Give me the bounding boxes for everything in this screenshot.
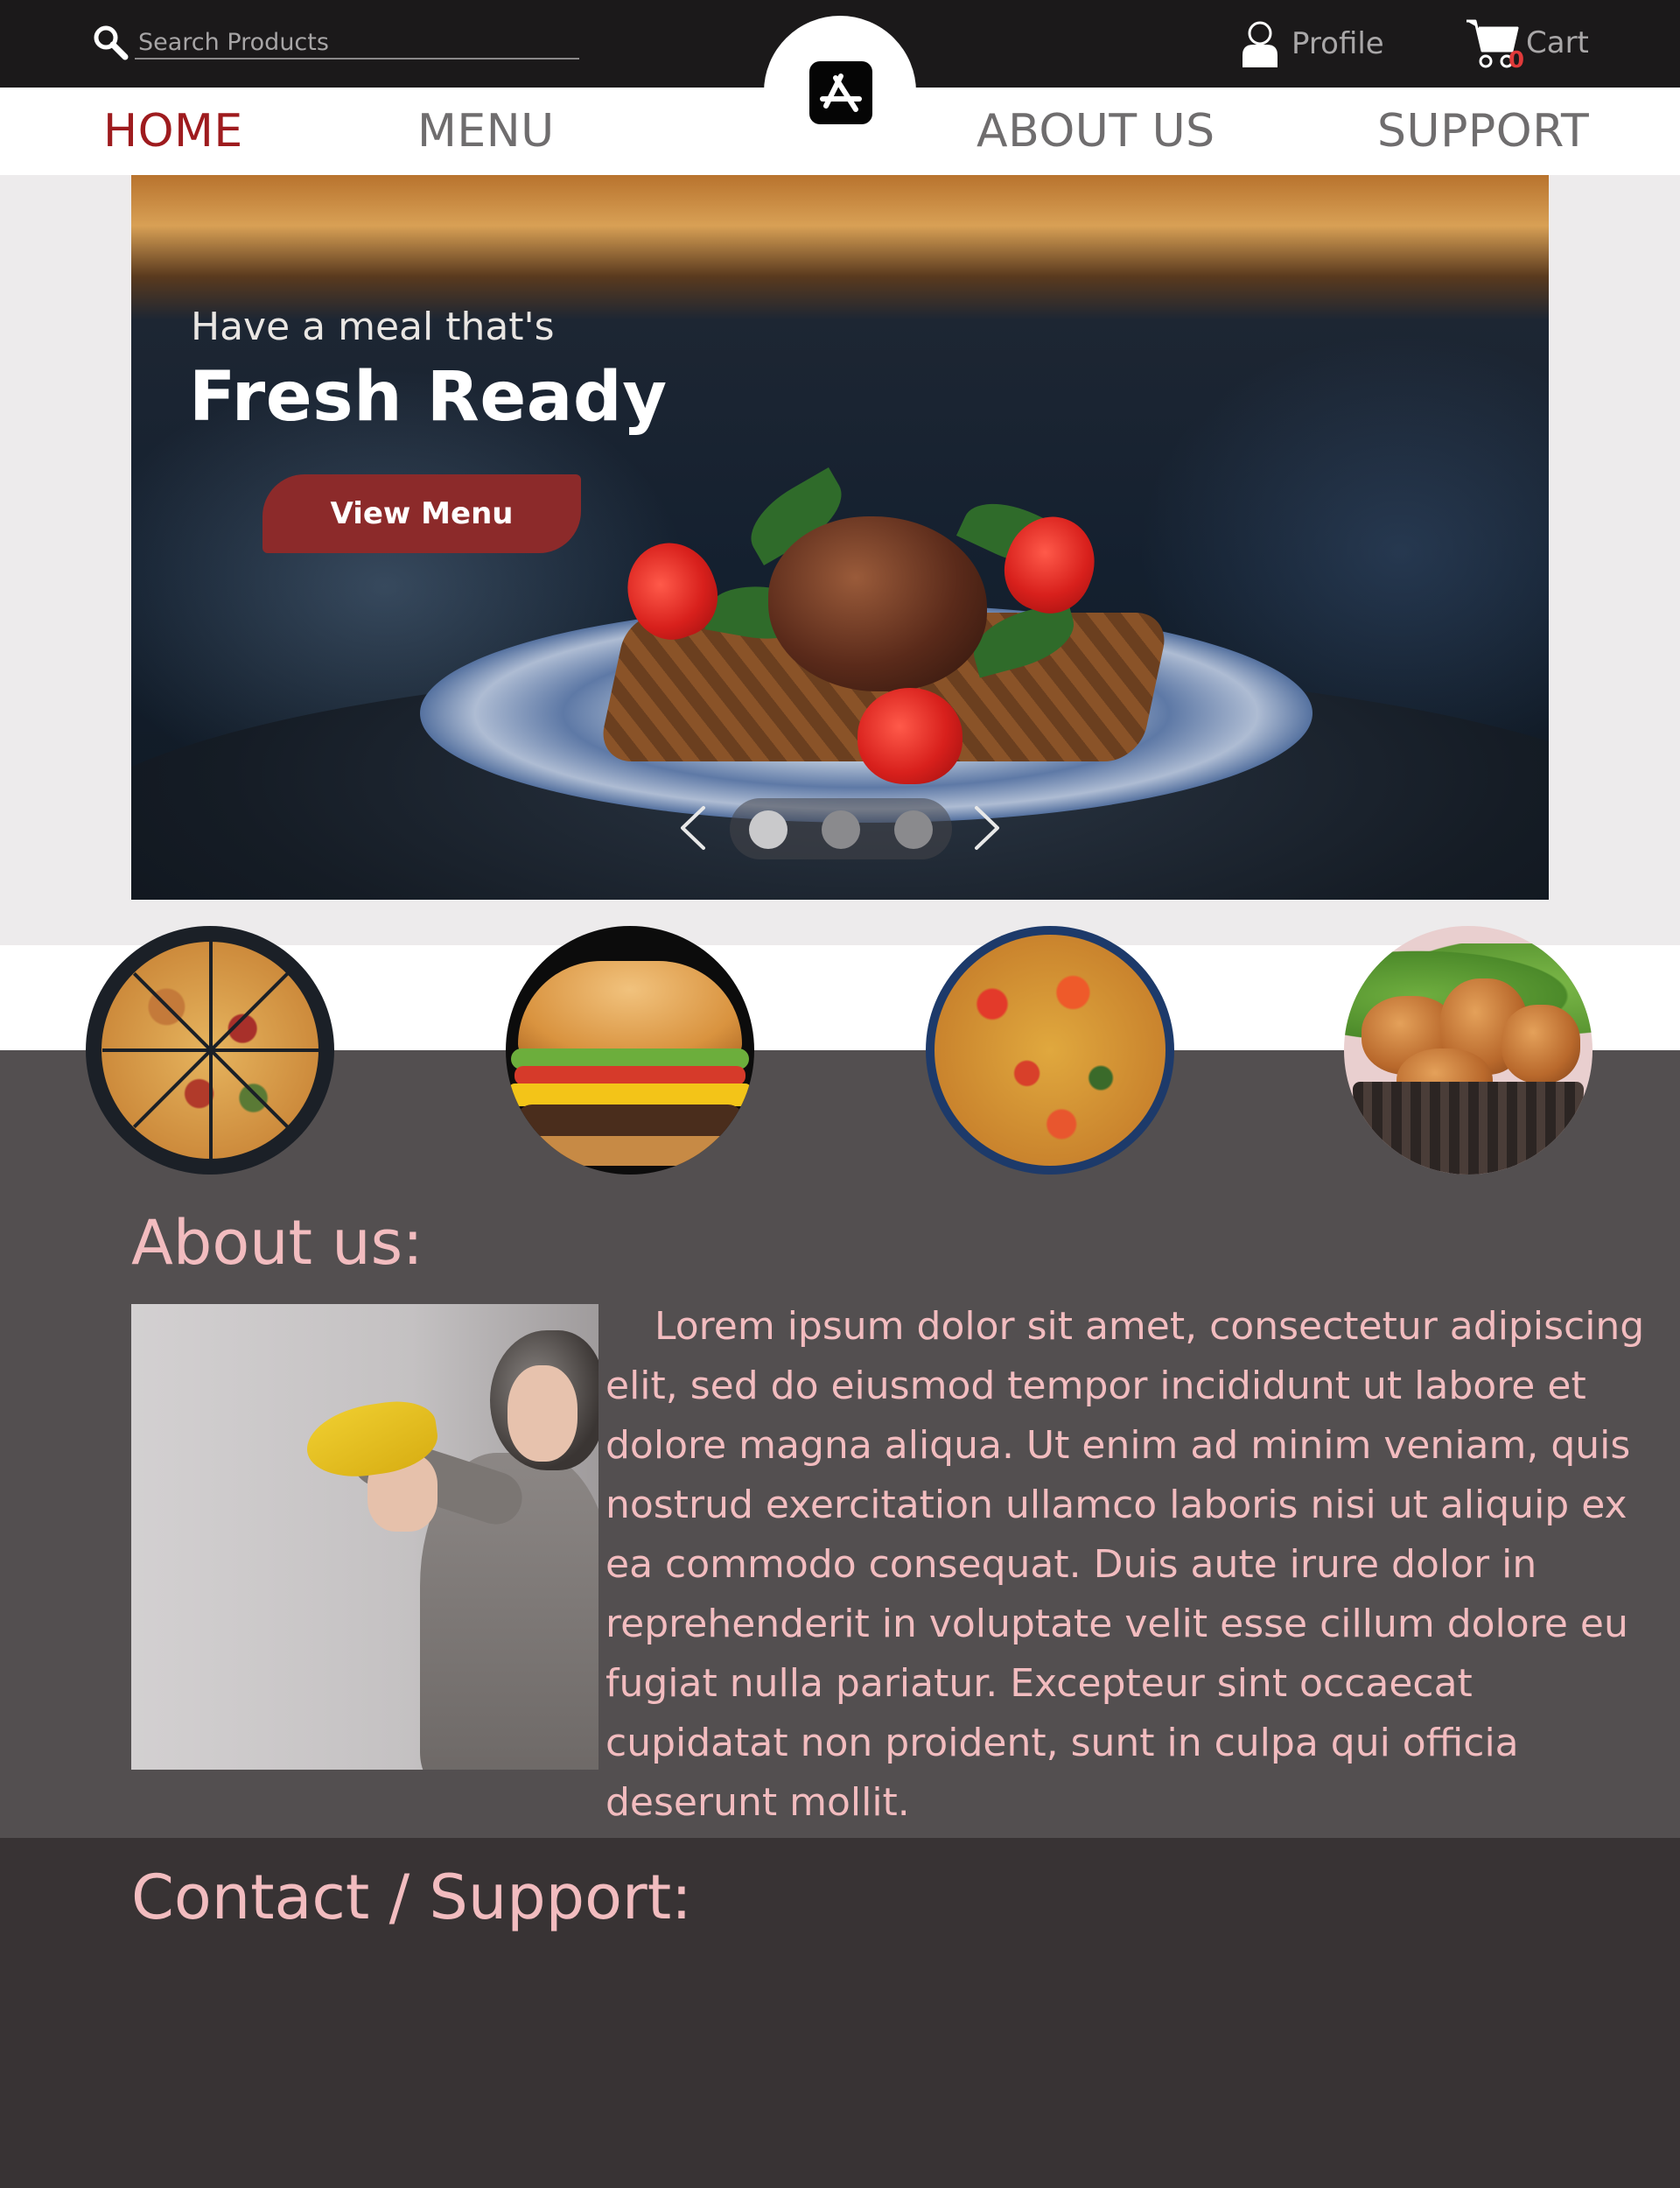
category-pizza[interactable] [86,926,334,1175]
hero-steak-image [768,516,987,691]
about-photo [131,1304,598,1770]
user-icon [1242,21,1278,67]
chevron-right-icon[interactable] [970,799,1004,857]
app-store-icon [820,74,862,112]
hero-headline: Fresh Ready [189,358,668,437]
nav-home[interactable]: HOME [103,103,243,159]
cart-link[interactable]: 0 Cart [1465,16,1589,74]
carousel-dot-2[interactable] [822,810,860,849]
search-icon[interactable] [91,23,130,61]
hero-carousel: Have a meal that's Fresh Ready View Menu [131,175,1549,900]
nav-support[interactable]: SUPPORT [1377,103,1589,159]
cart-count-badge: 0 [1508,47,1525,74]
home-logo[interactable] [809,61,872,124]
profile-label: Profile [1292,26,1384,61]
nav-menu[interactable]: MENU [417,103,555,159]
carousel-indicators [730,798,952,859]
search-bar [91,23,581,63]
view-menu-button[interactable]: View Menu [262,474,581,553]
chevron-left-icon[interactable] [676,799,710,857]
about-title: About us: [131,1207,424,1279]
search-input[interactable] [135,26,579,60]
about-body: Lorem ipsum dolor sit amet, consectetur … [606,1304,1645,1825]
contact-title: Contact / Support: [131,1862,692,1933]
carousel-dot-1[interactable] [749,810,788,849]
hero-tagline: Have a meal that's [191,305,555,349]
category-fried-chicken[interactable] [1344,926,1592,1175]
category-burger[interactable] [506,926,754,1175]
category-paella[interactable] [926,926,1174,1175]
carousel-dot-3[interactable] [894,810,933,849]
profile-link[interactable]: Profile [1241,19,1384,68]
cart-label: Cart [1526,25,1589,60]
nav-about-us[interactable]: ABOUT US [976,103,1215,159]
